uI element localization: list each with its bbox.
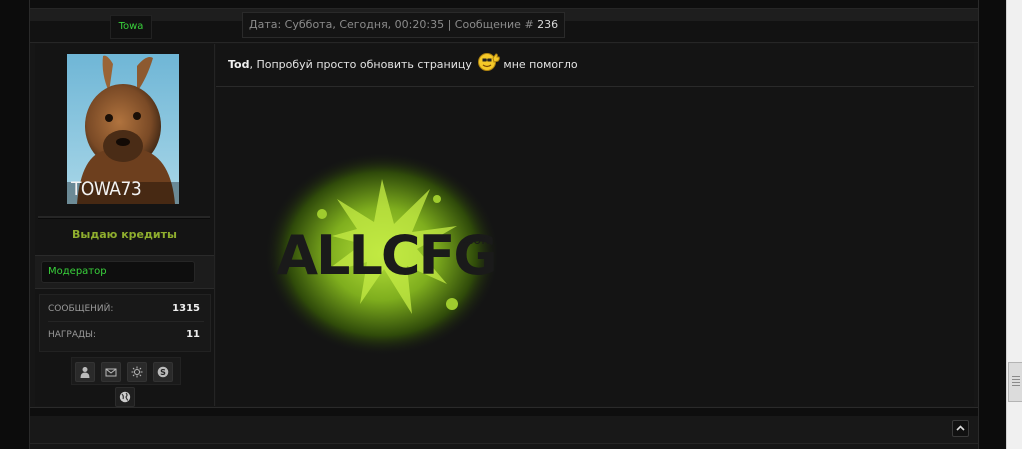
group-row: Модератор [35,255,214,289]
mail-icon [105,368,117,377]
scroll-to-top-button[interactable] [952,420,969,437]
profile-icon [80,367,90,378]
message-button[interactable] [101,362,121,382]
post-date-text: Дата: Суббота, Сегодня, 00:20:35 | Сообщ… [249,18,538,31]
settings-button[interactable] [127,362,147,382]
signature-logo-subtext: .com [462,233,494,248]
stat-awards: НАГРАДЫ: 11 [48,323,204,347]
post-content: Tod, Попробуй просто обновить страницу м… [216,44,974,406]
user-actions: S [71,357,181,385]
message-text-continued: мне помогло [503,58,578,71]
skype-icon: S [157,366,169,378]
signature-divider [216,86,974,87]
sidebar-divider [38,216,210,219]
user-status: Выдаю кредиты [72,228,177,241]
user-sidebar: TOWA73 Выдаю кредиты Модератор СООБЩЕНИЙ… [35,44,215,407]
signature-image[interactable]: ALLCFG .com [262,144,502,364]
post-header: Towa Дата: Суббота, Сегодня, 00:20:35 | … [30,9,978,43]
avatar-caption: TOWA73 [71,178,142,200]
profile-button[interactable] [75,362,95,382]
avatar[interactable]: TOWA73 [67,54,179,204]
post-container: Towa Дата: Суббота, Сегодня, 00:20:35 | … [29,0,979,449]
stat-label: НАГРАДЫ: [48,330,97,340]
stat-label: СООБЩЕНИЙ: [48,304,114,314]
window-scrollbar[interactable] [1006,0,1022,449]
user-stats: СООБЩЕНИЙ: 1315 НАГРАДЫ: 11 [39,294,211,352]
grip-line [1012,385,1020,386]
post-number-link[interactable]: 236 [537,18,558,31]
skype-button[interactable]: S [153,362,173,382]
grip-line [1012,379,1020,380]
post-footer [30,416,978,444]
grip-line [1012,382,1020,383]
stat-value: 1315 [172,303,200,314]
globe-icon [119,391,131,403]
stat-posts: СООБЩЕНИЙ: 1315 [48,297,204,322]
grip-line [1012,376,1020,377]
message-text: , Попробуй просто обновить страницу [249,58,472,71]
settings-icon [131,366,143,378]
scrollbar-thumb[interactable] [1008,362,1022,402]
top-divider [30,0,978,9]
arrow-up-icon [956,425,965,431]
post-message: Tod, Попробуй просто обновить страницу м… [228,52,578,78]
stat-value[interactable]: 11 [186,323,200,347]
post-author-link[interactable]: Towa [110,15,152,39]
svg-text:S: S [160,368,166,377]
post-date: Дата: Суббота, Сегодня, 00:20:35 | Сообщ… [242,12,566,38]
user-group-badge: Модератор [41,261,195,283]
quoted-username[interactable]: Tod [228,58,249,71]
website-button[interactable] [115,387,135,407]
thumbs-up-smiley-icon [478,52,501,78]
